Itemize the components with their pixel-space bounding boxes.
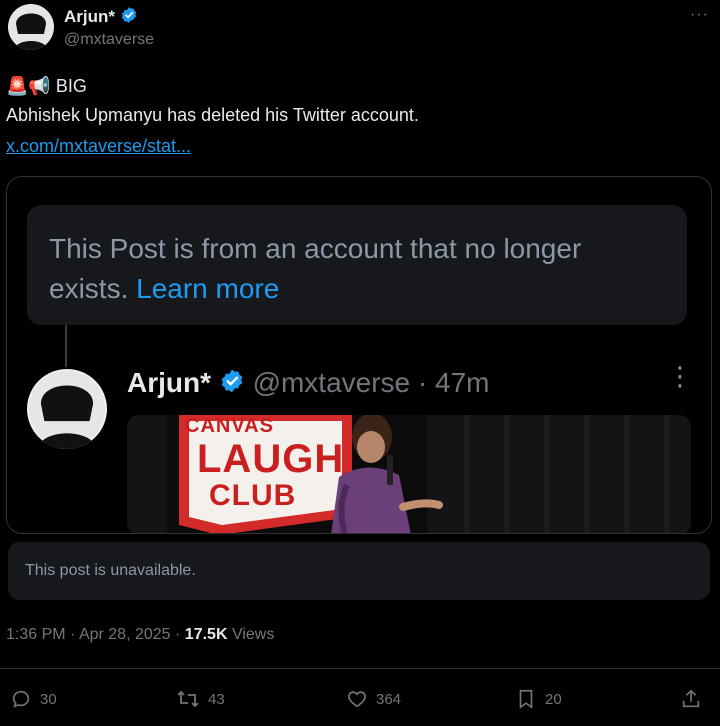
share-button[interactable]: [680, 688, 702, 710]
post-time[interactable]: 1:36 PM: [6, 626, 66, 643]
author-name-row[interactable]: Arjun*: [64, 6, 138, 29]
sign-text-1: CANVAS: [185, 415, 274, 437]
unavailable-text: This post is unavailable.: [25, 562, 196, 579]
reply-icon: [10, 688, 32, 710]
tweet-headline: BIG: [55, 76, 87, 96]
author-handle[interactable]: @mxtaverse: [64, 31, 154, 49]
reply-button[interactable]: 30: [10, 688, 57, 710]
like-count: 364: [376, 690, 402, 708]
tweet-headline-row: 🚨📢 BIG: [6, 74, 87, 98]
quoted-author-name[interactable]: Arjun*: [127, 367, 211, 398]
post-date[interactable]: Apr 28, 2025: [79, 626, 171, 643]
quoted-verified-badge-icon: [219, 367, 245, 403]
reply-count: 30: [40, 690, 57, 708]
repost-button[interactable]: 43: [176, 688, 225, 710]
quoted-separator: ·: [417, 367, 428, 398]
meta-sep-1: ·: [70, 626, 76, 643]
quoted-time[interactable]: 47m: [435, 367, 489, 398]
heart-icon: [346, 688, 368, 710]
tweet-link[interactable]: x.com/mxtaverse/stat...: [6, 134, 191, 158]
quoted-author-avatar[interactable]: [27, 369, 107, 449]
verified-badge-icon: [120, 6, 138, 29]
quoted-header-row[interactable]: Arjun* @mxtaverse · 47m: [127, 365, 490, 403]
divider: [0, 668, 720, 669]
tweet-meta: 1:36 PM · Apr 28, 2025 · 17.5K Views: [6, 626, 274, 644]
share-icon: [680, 688, 702, 710]
deleted-notice-text: This Post is from an account that no lon…: [49, 233, 582, 304]
deleted-account-notice: This Post is from an account that no lon…: [27, 205, 687, 325]
quoted-more-icon[interactable]: ⋮: [667, 363, 693, 389]
quoted-media-image[interactable]: CANVAS LAUGH CLUB: [127, 415, 691, 533]
author-name[interactable]: Arjun*: [64, 7, 115, 26]
bookmark-icon: [515, 688, 537, 710]
quote-card[interactable]: This Post is from an account that no lon…: [6, 176, 712, 534]
learn-more-link[interactable]: Learn more: [136, 273, 279, 304]
repost-icon: [176, 688, 200, 710]
bookmark-button[interactable]: 20: [515, 688, 562, 710]
bookmark-count: 20: [545, 690, 562, 708]
like-button[interactable]: 364: [346, 688, 401, 710]
sign-text-3: CLUB: [209, 479, 297, 512]
more-options-icon[interactable]: ···: [690, 6, 709, 24]
views-count: 17.5K: [184, 626, 228, 643]
meta-sep-2: ·: [175, 626, 181, 643]
author-avatar[interactable]: [8, 4, 54, 50]
thread-line: [65, 325, 67, 367]
performer-figure: [331, 415, 443, 533]
repost-count: 43: [208, 690, 225, 708]
views-label: Views: [231, 626, 275, 643]
unavailable-notice: This post is unavailable.: [8, 542, 710, 600]
siren-megaphone-emoji-icon: 🚨📢: [6, 76, 51, 96]
tweet-body: Abhishek Upmanyu has deleted his Twitter…: [6, 105, 419, 125]
quoted-author-handle[interactable]: @mxtaverse: [253, 367, 411, 398]
